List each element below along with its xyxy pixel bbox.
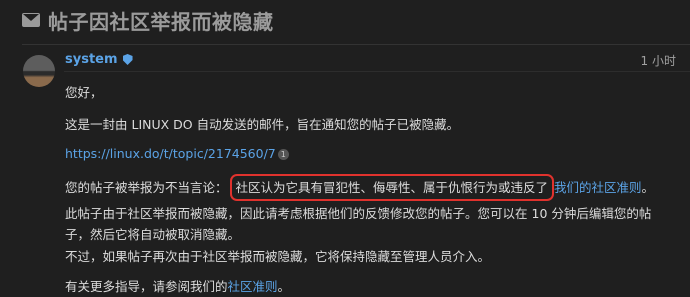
header-divider — [22, 44, 690, 45]
reason-prefix: 您的帖子被举报为不当言论： — [65, 180, 228, 195]
post-time[interactable]: 1 小时 — [641, 52, 676, 69]
rehide-warning: 不过，如果帖子再次由于社区举报而被隐藏，它将保持隐藏至管理人员介入。 — [65, 249, 491, 264]
link-click-count: 1 — [277, 149, 289, 160]
topic-header: 帖子因社区举报而被隐藏 — [22, 6, 274, 34]
username-link[interactable]: system — [65, 52, 133, 67]
envelope-icon — [22, 13, 40, 27]
edit-instructions-a: 此帖子由于社区举报而被隐藏，因此请考虑根据他们的反馈修改您的帖子。 — [65, 206, 478, 221]
username-label[interactable]: system — [65, 52, 118, 67]
edit-instructions: 此帖子由于社区举报而被隐藏，因此请考虑根据他们的反馈修改您的帖子。您可以在 10… — [65, 203, 655, 245]
intro-text: 这是一封由 LINUX DO 自动发送的邮件，旨在通知您的帖子已被隐藏。 — [65, 117, 460, 132]
reason-suffix: 。 — [641, 180, 655, 195]
guidance-line: 有关更多指导，请参阅我们的社区准则。 — [65, 276, 290, 297]
reason-highlight-box: 社区认为它具有冒犯性、侮辱性、属于仇恨行为或违反了 — [229, 174, 555, 201]
avatar[interactable] — [23, 55, 55, 87]
topic-link[interactable]: https://linux.do/t/topic/2174560/7 — [65, 146, 276, 161]
guidance-link[interactable]: 社区准则 — [228, 279, 278, 294]
guidelines-link[interactable]: 我们的社区准则 — [554, 180, 642, 195]
post-divider — [64, 71, 690, 72]
guidance-suffix: 。 — [277, 279, 291, 294]
greeting-text: 您好， — [65, 85, 103, 100]
topic-link-line: https://linux.do/t/topic/2174560/7 1 — [65, 143, 289, 164]
reason-line: 您的帖子被举报为不当言论： 社区认为它具有冒犯性、侮辱性、属于仇恨行为或违反了 我们… — [65, 174, 654, 201]
shield-icon — [122, 54, 133, 65]
page-title: 帖子因社区举报而被隐藏 — [48, 9, 274, 34]
guidance-prefix: 有关更多指导，请参阅我们的 — [65, 279, 228, 294]
